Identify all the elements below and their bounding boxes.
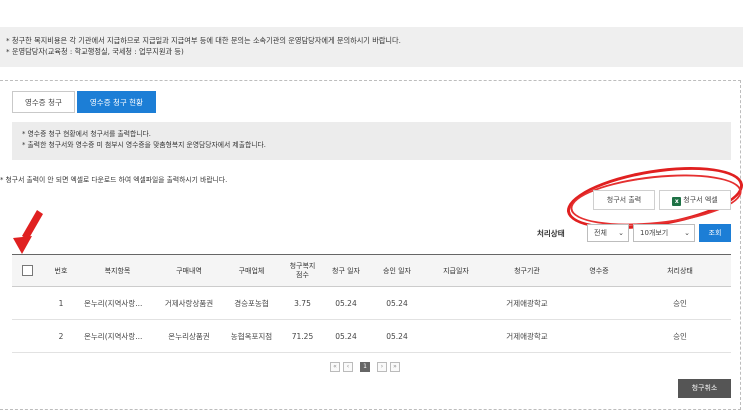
header-status: 처리상태 xyxy=(629,254,731,287)
last-page-button[interactable]: » xyxy=(390,362,400,372)
excel-claim-button[interactable]: x 청구서 엑셀 xyxy=(659,190,731,210)
cell-purchase-detail: 거제사랑상품권 xyxy=(155,286,223,320)
print-claim-button[interactable]: 청구서 출력 xyxy=(593,190,655,210)
status-select[interactable]: 전체 ⌄ xyxy=(587,224,629,242)
header-claim-date: 청구 일자 xyxy=(325,254,367,287)
page-size-select[interactable]: 10개보기 ⌄ xyxy=(633,224,695,242)
cell-approval-date: 05.24 xyxy=(367,319,427,353)
info-line-2: * 출력한 청구서와 영수증 미 첨부시 영수증을 맞춤형복지 운영담당자에서 … xyxy=(22,141,266,149)
cell-welfare-item: 온누리(지역사랑... xyxy=(80,319,155,353)
header-approval-date: 승인 일자 xyxy=(367,254,427,287)
header-claim-agency: 청구기관 xyxy=(485,254,569,287)
header-payment-date: 지급일자 xyxy=(427,254,485,287)
prev-page-button[interactable]: ‹ xyxy=(343,362,353,372)
cell-welfare-item: 온누리(지역사랑... xyxy=(80,286,155,320)
table-row[interactable]: 2 온누리(지역사랑... 온누리상품권 농협옥포지점 71.25 05.24 … xyxy=(12,319,731,353)
cell-status: 승인 xyxy=(629,319,731,353)
excel-note: * 청구서 출력이 안 되면 엑셀로 다운로드 하여 엑셀파일을 출력하시기 바… xyxy=(0,176,228,184)
table-header-row: 번호 복지항목 구매내역 구매업체 청구복지 점수 청구 일자 승인 일자 지급… xyxy=(12,254,731,287)
cell-vendor: 농협옥포지점 xyxy=(223,319,280,353)
pagination: « ‹ 1 › » xyxy=(330,362,400,372)
chevron-down-icon: ⌄ xyxy=(618,229,624,237)
tab-receipt-claim[interactable]: 영수증 청구 xyxy=(12,91,75,113)
search-button[interactable]: 조회 xyxy=(699,224,731,242)
notice-box: * 청구한 복지비용은 각 기관에서 지급하므로 지급일과 지급여부 등에 대한… xyxy=(0,27,743,67)
header-purchase-detail: 구매내역 xyxy=(155,254,223,287)
cell-claim-agency: 거제애광학교 xyxy=(485,319,569,353)
page-1-button[interactable]: 1 xyxy=(360,362,370,372)
tab-receipt-claim-status[interactable]: 영수증 청구 현황 xyxy=(76,91,156,113)
notice-line-2: * 운영담당자(교육청 : 학교행정실, 국세청 : 업무지원과 등) xyxy=(6,47,184,56)
cell-status: 승인 xyxy=(629,286,731,320)
cell-receipt xyxy=(569,319,629,353)
cell-receipt xyxy=(569,286,629,320)
cell-payment-date xyxy=(427,286,485,320)
status-filter-label: 처리상태 xyxy=(537,229,565,238)
tab-bar: 영수증 청구 영수증 청구 현황 xyxy=(12,91,156,113)
first-page-button[interactable]: « xyxy=(330,362,340,372)
table-row[interactable]: 1 온누리(지역사랑... 거제사랑상품권 경승포농협 3.75 05.24 0… xyxy=(12,286,731,320)
cancel-claim-button[interactable]: 청구취소 xyxy=(678,379,731,398)
header-vendor: 구매업체 xyxy=(223,254,280,287)
cell-approval-date: 05.24 xyxy=(367,286,427,320)
status-select-value: 전체 xyxy=(594,229,607,237)
cell-claim-agency: 거제애광학교 xyxy=(485,286,569,320)
header-receipt: 영수증 xyxy=(569,254,629,287)
cell-payment-date xyxy=(427,319,485,353)
cell-no: 1 xyxy=(42,286,80,320)
arrow-down-icon xyxy=(13,210,43,254)
next-page-button[interactable]: › xyxy=(377,362,387,372)
row-checkbox-cell xyxy=(12,319,42,353)
cell-no: 2 xyxy=(42,319,80,353)
cell-vendor: 경승포농협 xyxy=(223,286,280,320)
chevron-down-icon: ⌄ xyxy=(684,229,690,237)
claim-table: 번호 복지항목 구매내역 구매업체 청구복지 점수 청구 일자 승인 일자 지급… xyxy=(12,254,731,353)
cell-claim-date: 05.24 xyxy=(325,319,367,353)
notice-line-1: * 청구한 복지비용은 각 기관에서 지급하므로 지급일과 지급여부 등에 대한… xyxy=(6,36,401,45)
excel-icon: x xyxy=(672,197,682,206)
row-checkbox-cell xyxy=(12,286,42,320)
header-welfare-item: 복지항목 xyxy=(80,254,155,287)
info-box: * 영수증 청구 현황에서 청구서를 출력합니다. * 출력한 청구서와 영수증… xyxy=(12,122,731,160)
page-size-value: 10개보기 xyxy=(640,229,669,237)
cell-points: 3.75 xyxy=(280,286,325,320)
select-all-checkbox[interactable] xyxy=(21,265,33,276)
cell-purchase-detail: 온누리상품권 xyxy=(155,319,223,353)
header-points: 청구복지 점수 xyxy=(280,254,325,287)
cell-points: 71.25 xyxy=(280,319,325,353)
select-all-cell xyxy=(12,254,42,287)
cell-claim-date: 05.24 xyxy=(325,286,367,320)
excel-claim-label: 청구서 엑셀 xyxy=(683,196,718,204)
info-line-1: * 영수증 청구 현황에서 청구서를 출력합니다. xyxy=(22,130,151,138)
header-no: 번호 xyxy=(42,254,80,287)
